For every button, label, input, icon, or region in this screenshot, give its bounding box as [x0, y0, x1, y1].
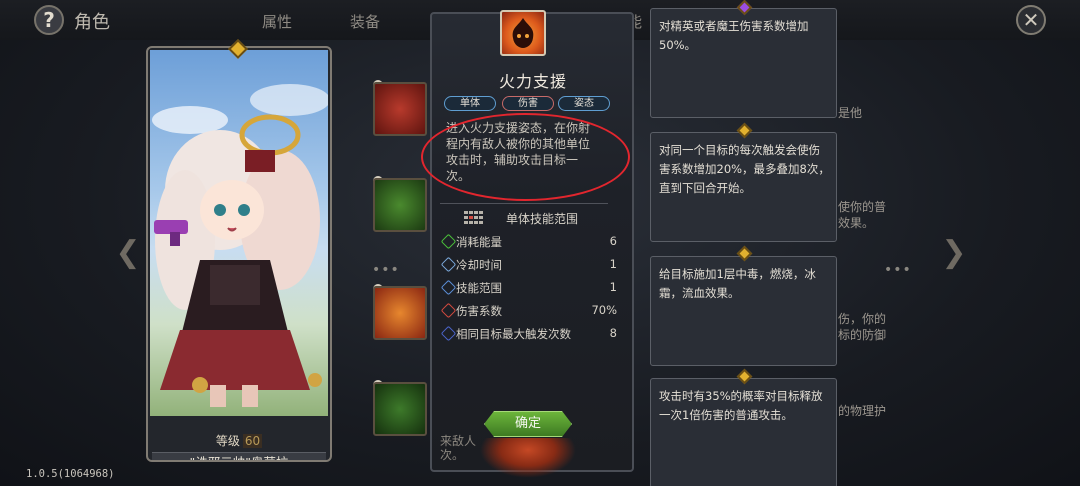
fire-support-skill-icon — [500, 10, 546, 56]
stat-label: 消耗能量 — [456, 235, 502, 249]
stat-value: 6 — [609, 234, 617, 248]
partial-text: 标的防御 — [838, 328, 887, 342]
skill-name: 火力支援 — [498, 72, 567, 91]
character-portrait — [150, 50, 328, 416]
effect-text: 攻击时有35%的概率对目标释放一次1倍伤害的普通攻击。 — [659, 389, 823, 422]
skill-spear-icon[interactable] — [373, 82, 427, 136]
stat-value: 1 — [609, 257, 617, 271]
tag-single-target: 单体 — [444, 96, 496, 111]
tab-attributes[interactable]: 属性 — [262, 11, 292, 32]
range-label: 单体技能范围 — [506, 212, 579, 226]
next-character-arrow-icon[interactable]: ❯ — [936, 232, 972, 272]
partial-text: 效果。 — [838, 216, 875, 230]
skill-fire-support-icon[interactable] — [373, 286, 427, 340]
separator-dots: ••• — [372, 262, 400, 278]
stat-label: 冷却时间 — [456, 258, 502, 272]
skill-arrows-icon[interactable] — [373, 178, 427, 232]
divider — [440, 203, 608, 204]
character-name: "诛邪元帅"奥萝拉 — [152, 452, 326, 460]
level-value: 60 — [242, 434, 263, 448]
trigger-icon — [440, 325, 457, 342]
character-card: 等级60 "诛邪元帅"奥萝拉 ★ ★ ★ ★ ★ — [146, 46, 332, 462]
stat-cooldown: 冷却时间 1 — [440, 256, 617, 274]
confirm-button[interactable]: 确定 — [484, 411, 572, 437]
version-label: 1.0.5(1064968) — [26, 468, 115, 480]
stat-value: 1 — [609, 280, 617, 294]
stat-damage-coefficient: 伤害系数 70% — [440, 302, 617, 320]
stat-skill-range: 技能范围 1 — [440, 279, 617, 297]
annotation-circle — [421, 113, 630, 201]
partial-text: 是他 — [838, 106, 863, 120]
tab-equipment[interactable]: 装备 — [350, 11, 380, 32]
range-icon — [440, 279, 457, 296]
prev-character-arrow-icon[interactable]: ❮ — [110, 232, 146, 272]
level-display: 等级 60 — [148, 432, 330, 449]
damage-icon — [440, 302, 457, 319]
behind-text: 次。 — [440, 448, 465, 462]
skill-bow-icon[interactable] — [373, 382, 427, 436]
x-icon[interactable]: ✕ — [1016, 5, 1046, 35]
popup-bottom-ornament — [480, 438, 576, 478]
range-grid-icon — [464, 211, 483, 225]
page-title: 角色 — [74, 12, 110, 33]
stat-max-triggers: 相同目标最大触发次数 8 — [440, 325, 617, 343]
tag-damage: 伤害 — [502, 96, 554, 111]
separator-dots: ••• — [884, 262, 912, 278]
partial-text: 的物理护 — [838, 404, 887, 418]
stat-value: 70% — [591, 303, 617, 317]
character-illustration — [152, 84, 328, 407]
effect-card-4: 攻击时有35%的概率对目标释放一次1倍伤害的普通攻击。 — [650, 378, 837, 486]
effect-card-2: 对同一个目标的每次触发会使伤害系数增加20%，最多叠加8次，直到下回合开始。 — [650, 132, 837, 242]
energy-icon — [440, 233, 457, 250]
stat-label: 伤害系数 — [456, 304, 502, 318]
stat-label: 技能范围 — [456, 281, 502, 295]
tag-stance: 姿态 — [558, 96, 610, 111]
effect-text: 对同一个目标的每次触发会使伤害系数增加20%，最多叠加8次，直到下回合开始。 — [659, 143, 830, 195]
cooldown-icon — [440, 256, 457, 273]
effect-card-1: 对精英或者魔王伤害系数增加50%。 — [650, 8, 837, 118]
stat-label: 相同目标最大触发次数 — [456, 327, 571, 341]
effect-text: 对精英或者魔王伤害系数增加50%。 — [659, 19, 809, 52]
stat-value: 8 — [609, 326, 617, 340]
effect-text: 给目标施加1层中毒，燃烧，冰霜，流血效果。 — [659, 267, 816, 300]
question-mark-icon[interactable]: ? — [34, 5, 64, 35]
skill-range-row: 单体技能范围 — [464, 209, 614, 227]
effect-card-3: 给目标施加1层中毒，燃烧，冰霜，流血效果。 — [650, 256, 837, 366]
stat-energy-cost: 消耗能量 6 — [440, 233, 617, 251]
level-label: 等级 — [215, 434, 240, 448]
